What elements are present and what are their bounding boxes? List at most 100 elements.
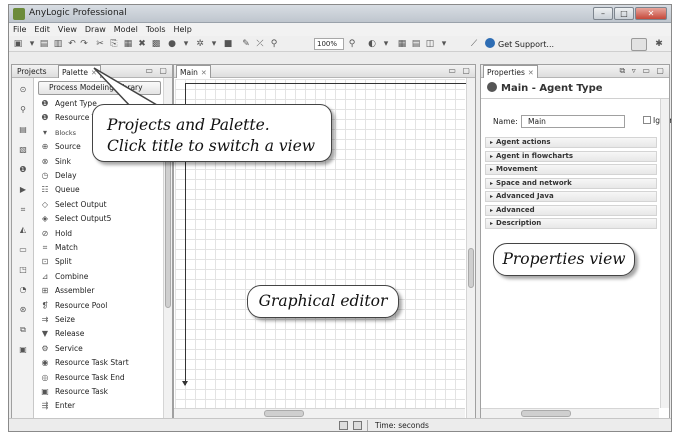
agent-icon[interactable]: ❶ bbox=[17, 164, 29, 175]
menu-model[interactable]: Model bbox=[114, 23, 138, 36]
palette-item[interactable]: ❶ Agent Type bbox=[40, 97, 96, 110]
palette-item[interactable]: ⇉ Seize bbox=[40, 313, 75, 326]
view-controls[interactable]: ▭ ▢ bbox=[448, 65, 472, 77]
view-controls[interactable]: ⧉ ▿ ▭ ▢ bbox=[620, 65, 666, 77]
get-support-button[interactable]: Get Support... bbox=[485, 38, 554, 51]
statechart-icon[interactable]: ⧉ bbox=[17, 324, 29, 335]
palette-item[interactable]: ◉ Resource Task Start bbox=[40, 356, 129, 369]
properties-hscroll-thumb[interactable] bbox=[521, 410, 571, 417]
arrange-dropdown-icon[interactable]: ▾ bbox=[439, 39, 449, 49]
palette-item[interactable]: ⇶ Enter bbox=[40, 399, 76, 412]
debug-icon[interactable]: ✲ bbox=[195, 39, 205, 49]
pictures-icon[interactable]: ◳ bbox=[17, 264, 29, 275]
debug-dropdown-icon[interactable]: ▾ bbox=[209, 39, 219, 49]
palette-item[interactable]: ⊕ Source bbox=[40, 140, 81, 153]
property-section[interactable]: ▸ Advanced bbox=[485, 204, 657, 216]
palette-item[interactable]: ⚙ Service bbox=[40, 342, 82, 355]
property-section-label: Advanced Java bbox=[496, 192, 554, 200]
palette-item[interactable]: ◈ Select Output5 bbox=[40, 212, 111, 225]
palette-item[interactable]: ◷ Delay bbox=[40, 169, 77, 182]
palette-item[interactable]: ▣ Resource Task bbox=[40, 385, 108, 398]
zoom-level-field[interactable]: 100% bbox=[314, 38, 344, 50]
property-section[interactable]: ▸ Advanced Java bbox=[485, 191, 657, 202]
close-button[interactable]: ✕ bbox=[635, 7, 667, 20]
close-tab-icon[interactable]: ✕ bbox=[201, 69, 207, 77]
menu-file[interactable]: File bbox=[13, 23, 26, 36]
connector-icon[interactable]: ⤫ bbox=[255, 39, 265, 49]
delete-icon[interactable]: ✖ bbox=[137, 39, 147, 49]
pencil-icon[interactable]: ✎ bbox=[241, 39, 251, 49]
zoom-icon[interactable]: ⚲ bbox=[347, 39, 357, 49]
palette-item[interactable]: ⊡ Split bbox=[40, 255, 72, 268]
redo-icon[interactable]: ↷ bbox=[79, 39, 89, 49]
perspective-icon[interactable] bbox=[631, 38, 647, 51]
palette-item[interactable]: ⊘ Hold bbox=[40, 227, 72, 240]
palette-item[interactable]: ⌗ Match bbox=[40, 241, 78, 254]
controls-icon[interactable]: ⌗ bbox=[17, 204, 29, 215]
property-section[interactable]: ▸ Agent actions bbox=[485, 137, 657, 148]
paste-icon[interactable]: ▦ bbox=[123, 39, 133, 49]
property-section[interactable]: ▸ Movement bbox=[485, 164, 657, 175]
editor-hscroll-thumb[interactable] bbox=[264, 410, 304, 417]
palette-item[interactable]: ▾ Blocks bbox=[40, 126, 76, 139]
palette-item[interactable]: ❡ Resource Pool bbox=[40, 299, 108, 312]
properties-scrollbar[interactable] bbox=[660, 99, 669, 408]
rail-icon[interactable]: ▤ bbox=[17, 124, 29, 135]
fluid-icon[interactable]: ▧ bbox=[17, 144, 29, 155]
arrange-icon[interactable]: ◫ bbox=[425, 39, 435, 49]
copy-icon[interactable]: ⎘ bbox=[109, 39, 119, 49]
actions-icon[interactable]: ▣ bbox=[17, 344, 29, 355]
minimize-button[interactable]: – bbox=[593, 7, 613, 20]
editor-vscroll-thumb[interactable] bbox=[468, 248, 474, 288]
zoom-out-icon[interactable]: ⚲ bbox=[269, 39, 279, 49]
property-section[interactable]: ▸ Agent in flowcharts bbox=[485, 150, 657, 162]
editor-vscrollbar[interactable] bbox=[466, 78, 475, 418]
palette-item[interactable]: ☷ Queue bbox=[40, 183, 79, 196]
property-section[interactable]: ▸ Description bbox=[485, 218, 657, 229]
build-icon[interactable]: ▩ bbox=[151, 39, 161, 49]
3d-objects-icon[interactable]: ◔ bbox=[17, 284, 29, 295]
cut-icon[interactable]: ✂ bbox=[95, 39, 105, 49]
process-modeling-icon[interactable]: ⊙ bbox=[17, 84, 29, 95]
layer-icon[interactable]: ◐ bbox=[367, 39, 377, 49]
close-tab-icon[interactable]: ✕ bbox=[528, 69, 534, 77]
maximize-button[interactable]: □ bbox=[614, 7, 634, 20]
connectivity-icon[interactable]: ▭ bbox=[17, 244, 29, 255]
status-info-icon[interactable] bbox=[353, 421, 362, 430]
pin-icon[interactable]: ⟋ bbox=[469, 39, 479, 49]
menu-view[interactable]: View bbox=[58, 23, 77, 36]
palette-item[interactable]: ⊿ Combine bbox=[40, 270, 89, 283]
palette-item[interactable]: ▼ Release bbox=[40, 327, 84, 340]
pedestrian-icon[interactable]: ⚲ bbox=[17, 104, 29, 115]
run-dropdown-icon[interactable]: ▾ bbox=[181, 39, 191, 49]
editor-hscrollbar[interactable] bbox=[174, 408, 465, 418]
undo-icon[interactable]: ↶ bbox=[67, 39, 77, 49]
menu-help[interactable]: Help bbox=[174, 23, 192, 36]
save-icon[interactable]: ▤ bbox=[39, 39, 49, 49]
new-icon[interactable]: ▣ bbox=[13, 39, 23, 49]
align-icon[interactable]: ▤ bbox=[411, 39, 421, 49]
presentation-icon[interactable]: ▶ bbox=[17, 184, 29, 195]
settings-icon[interactable]: ✱ bbox=[654, 39, 664, 49]
menu-tools[interactable]: Tools bbox=[146, 23, 166, 36]
layer-dropdown-icon[interactable]: ▾ bbox=[381, 39, 391, 49]
property-section[interactable]: ▸ Space and network bbox=[485, 177, 657, 189]
palette-item[interactable]: ⊞ Assembler bbox=[40, 284, 95, 297]
stop-icon[interactable]: ■ bbox=[223, 39, 233, 49]
palette-item[interactable]: ◇ Select Output bbox=[40, 198, 107, 211]
grid-icon[interactable]: ▦ bbox=[397, 39, 407, 49]
save-all-icon[interactable]: ▥ bbox=[53, 39, 63, 49]
memory-icon[interactable] bbox=[339, 421, 348, 430]
open-icon[interactable]: ▾ bbox=[27, 39, 37, 49]
tab-projects[interactable]: Projects bbox=[14, 65, 50, 78]
menu-draw[interactable]: Draw bbox=[85, 23, 106, 36]
palette-item[interactable]: ⊗ Sink bbox=[40, 155, 71, 168]
analysis-icon[interactable]: ◭ bbox=[17, 224, 29, 235]
palette-item[interactable]: ◎ Resource Task End bbox=[40, 371, 125, 384]
tab-properties[interactable]: Properties ✕ bbox=[483, 65, 538, 78]
run-icon[interactable]: ● bbox=[167, 39, 177, 49]
name-field[interactable]: Main bbox=[521, 115, 625, 128]
menu-edit[interactable]: Edit bbox=[34, 23, 50, 36]
system-dynamics-icon[interactable]: ⊛ bbox=[17, 304, 29, 315]
properties-hscrollbar[interactable] bbox=[481, 408, 659, 418]
